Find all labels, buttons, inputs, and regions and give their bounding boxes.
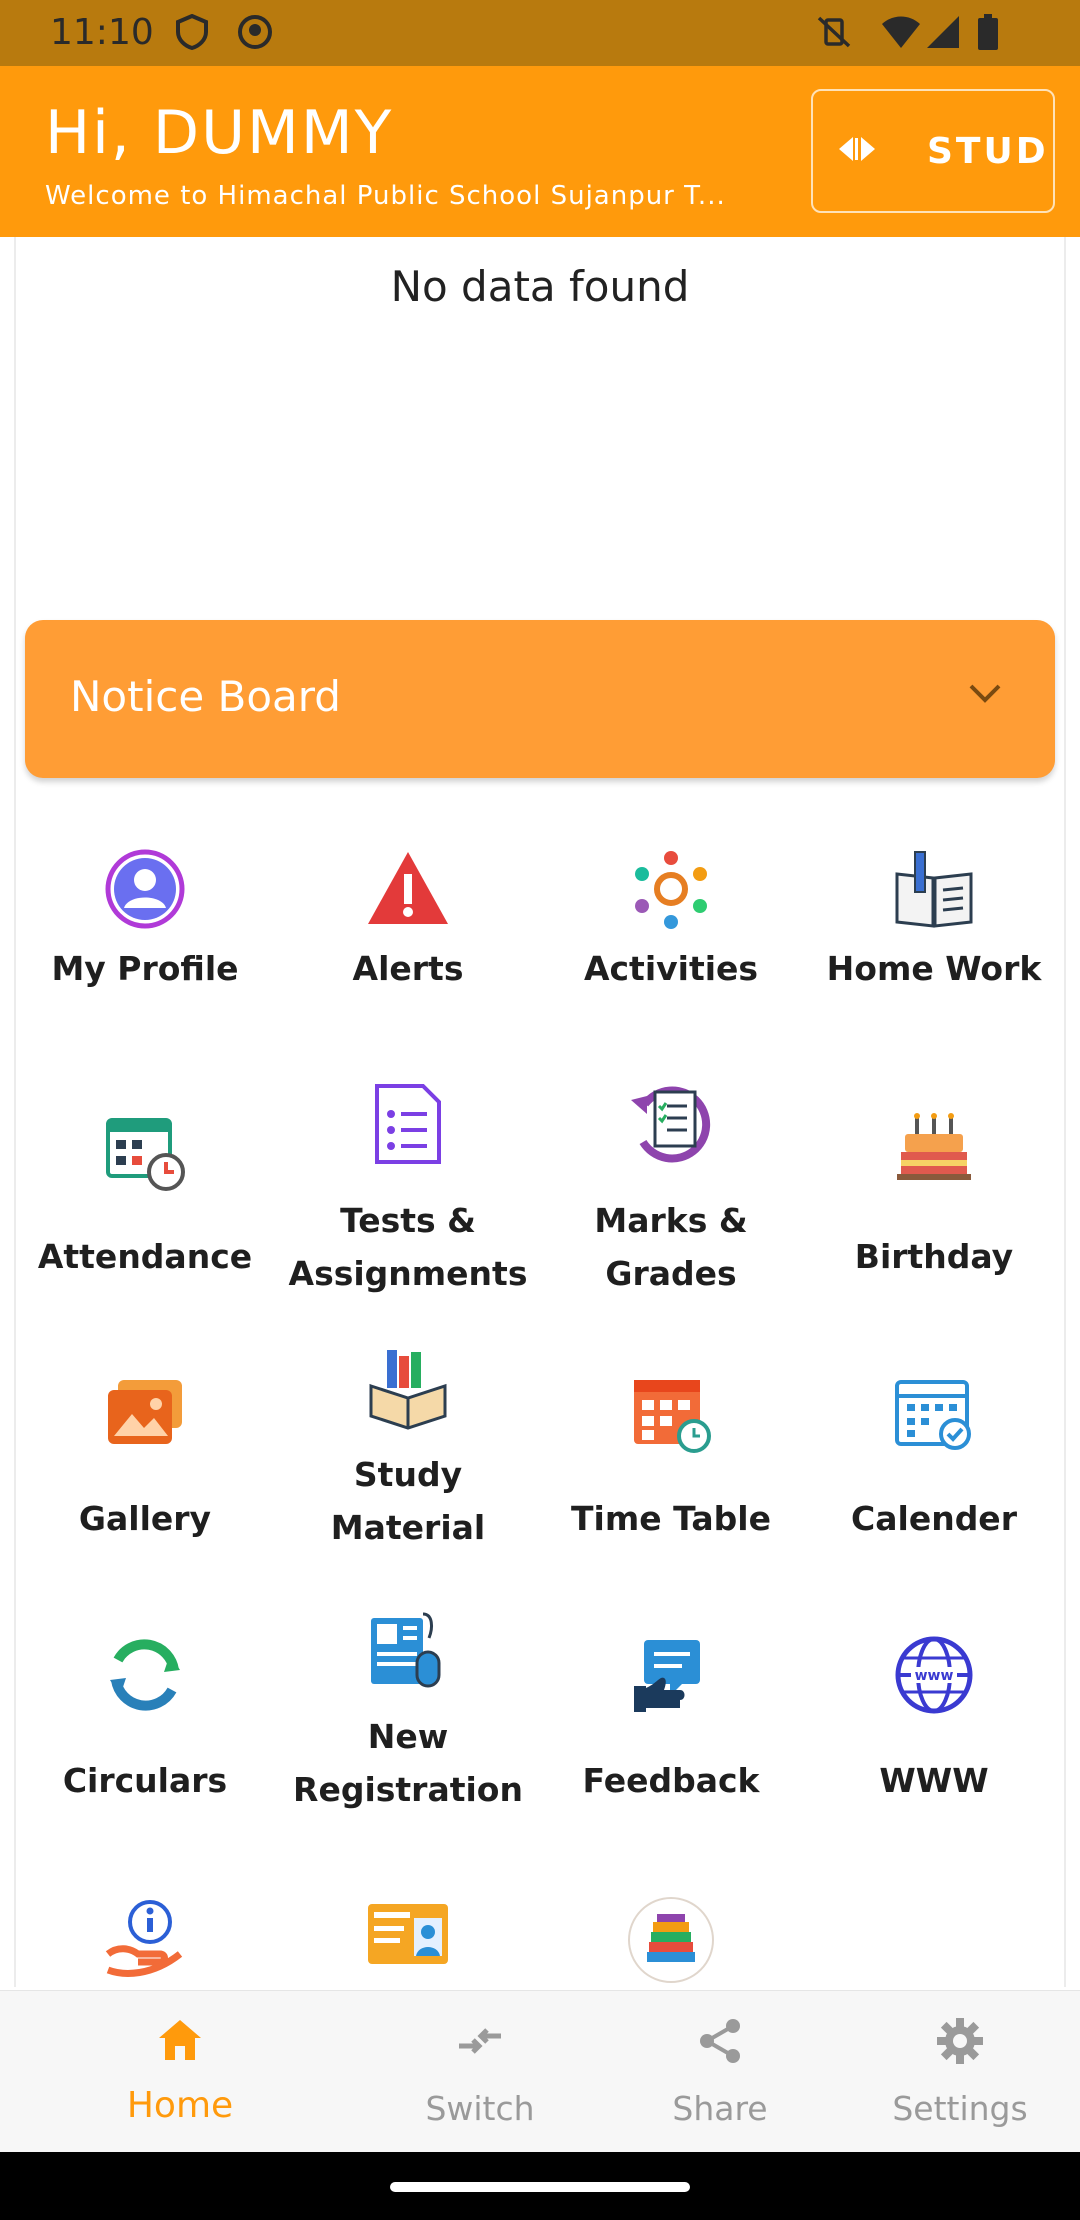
greeting-title: Hi, DUMMY [45, 98, 394, 168]
menu-label: New Registration [293, 1717, 523, 1809]
birthday-cake-icon [803, 1110, 1065, 1196]
switch-arrows-icon [837, 134, 877, 168]
activities-icon [540, 848, 802, 934]
menu-attendance[interactable]: Attendance [14, 1110, 276, 1283]
study-material-icon [277, 1346, 539, 1434]
notice-board-header[interactable]: Notice Board [25, 620, 1055, 778]
chevron-down-icon[interactable] [967, 682, 1003, 710]
registration-icon [277, 1608, 539, 1696]
settings-icon [937, 2018, 983, 2064]
menu-label: My Profile [51, 949, 239, 988]
menu-feedback[interactable]: Feedback [540, 1634, 802, 1807]
help-info-icon [14, 1896, 276, 1982]
menu-alerts[interactable]: Alerts [277, 848, 539, 995]
nav-share-label: Share [672, 2089, 768, 2128]
vibrate-off-icon [815, 14, 853, 54]
menu-my-profile[interactable]: My Profile [14, 848, 276, 995]
nav-home[interactable]: Home [60, 1991, 300, 2153]
attendance-icon [14, 1110, 276, 1196]
switch-icon [459, 2028, 501, 2054]
id-card-icon [277, 1900, 539, 1972]
menu-label: Feedback [582, 1761, 760, 1800]
shield-icon [175, 13, 209, 54]
alert-icon [277, 848, 539, 934]
status-time: 11:10 [50, 12, 154, 53]
circulars-icon [14, 1634, 276, 1720]
bottom-navigation: Home Switch Share Settings [0, 1990, 1080, 2153]
menu-label: Time Table [571, 1499, 771, 1538]
menu-help-info[interactable] [14, 1896, 276, 1982]
nav-share[interactable]: Share [600, 1991, 840, 2153]
nav-home-label: Home [126, 2085, 234, 2126]
menu-activities[interactable]: Activities [540, 848, 802, 995]
notice-board-title: Notice Board [70, 672, 341, 721]
menu-study-material[interactable]: Study Material [277, 1346, 539, 1554]
homework-icon [803, 848, 1065, 934]
battery-icon [977, 14, 999, 56]
app-header: Hi, DUMMY Welcome to Himachal Public Sch… [0, 66, 1080, 237]
menu-tests-assignments[interactable]: Tests & Assignments [277, 1082, 539, 1300]
timetable-icon [540, 1372, 802, 1458]
gallery-icon [14, 1372, 276, 1458]
menu-birthday[interactable]: Birthday [803, 1110, 1065, 1283]
menu-label: WWW [879, 1761, 989, 1800]
menu-circulars[interactable]: Circulars [14, 1634, 276, 1807]
system-navigation-bar [0, 2152, 1080, 2220]
switch-role-button[interactable]: STUD [811, 89, 1055, 213]
nav-settings[interactable]: Settings [840, 1991, 1080, 2153]
menu-label: Attendance [37, 1237, 253, 1276]
menu-home-work[interactable]: Home Work [803, 848, 1065, 995]
status-bar: 11:10 [0, 0, 1080, 66]
menu-label: Study Material [330, 1455, 486, 1547]
menu-label: Birthday [854, 1237, 1014, 1276]
menu-label: Gallery [78, 1499, 212, 1538]
empty-message: No data found [390, 262, 690, 311]
profile-icon [14, 848, 276, 934]
menu-label: Tests & Assignments [288, 1201, 528, 1293]
welcome-subtitle: Welcome to Himachal Public School Sujanp… [45, 181, 726, 211]
tests-icon [277, 1082, 539, 1170]
menu-label: Activities [583, 949, 759, 988]
nav-switch-label: Switch [425, 2089, 535, 2128]
menu-library[interactable] [540, 1896, 802, 1988]
feedback-icon [540, 1634, 802, 1720]
menu-label: Alerts [352, 949, 464, 988]
menu-label: Calender [851, 1499, 1017, 1538]
menu-label: Circulars [62, 1761, 228, 1800]
menu-new-registration[interactable]: New Registration [277, 1608, 539, 1816]
marks-icon [540, 1082, 802, 1170]
menu-id-card[interactable] [277, 1900, 539, 1972]
role-label: STUD [927, 130, 1049, 172]
nav-settings-label: Settings [892, 2089, 1028, 2128]
menu-gallery[interactable]: Gallery [14, 1372, 276, 1545]
share-icon [700, 2019, 740, 2063]
home-icon [159, 2020, 201, 2060]
calendar-icon [803, 1372, 1065, 1458]
menu-time-table[interactable]: Time Table [540, 1372, 802, 1545]
signal-icon [925, 14, 961, 54]
svg-text:www: www [915, 1668, 954, 1684]
app-notification-icon [237, 14, 273, 54]
books-icon [540, 1896, 802, 1988]
home-gesture-handle[interactable] [390, 2182, 690, 2192]
menu-label: Home Work [826, 949, 1042, 988]
globe-icon: www [803, 1634, 1065, 1720]
menu-marks-grades[interactable]: Marks & Grades [540, 1082, 802, 1300]
menu-www[interactable]: www WWW [803, 1634, 1065, 1807]
wifi-icon [880, 14, 922, 54]
menu-label: Marks & Grades [594, 1201, 748, 1293]
nav-switch[interactable]: Switch [360, 1991, 600, 2153]
menu-calender[interactable]: Calender [803, 1372, 1065, 1545]
